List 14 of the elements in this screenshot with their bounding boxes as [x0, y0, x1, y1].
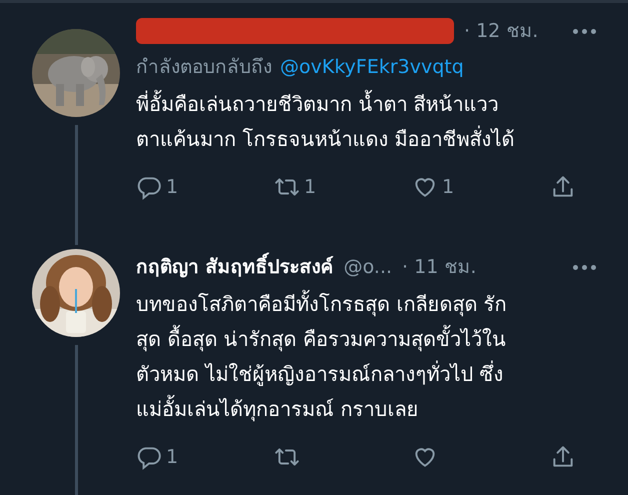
tweet-text: พี่อั้มคือเล่นถวายชีวิตมาก น้ำตา สีหน้าแวว ตาแค้นมาก โกรธจนหน้าแดง มืออาชีพสั่งได้ — [136, 87, 596, 157]
action-count: 1 — [166, 174, 178, 200]
tweet-text: บทของโสภิตาคือมีทั้งโกรธสุด เกลียดสุด รัก สุด ดื้อสุด น่ารักสุด คือรวมความสุดขั้วไว้ใน ตัวหมด ไม่ใช่ผู้หญิงอารมณ์กลางๆทั่วไป ซึ่ง แม่อั้มเล่นได้ทุกอารมณ์ กราบเลย — [136, 287, 596, 427]
action-count: 1 — [166, 444, 178, 470]
user-handle: @o... — [344, 254, 392, 280]
more-icon[interactable] — [573, 28, 596, 34]
action-count: 1 — [304, 174, 316, 200]
mention-link[interactable]: @ovKkyFEkr3vvqtq — [280, 52, 464, 82]
display-name: กฤติญา สัมฤทธิ์ประสงค์ — [136, 252, 334, 282]
timestamp: · 11 ชม. — [402, 254, 476, 280]
timestamp: · 12 ชม. — [464, 18, 538, 44]
action-count: 1 — [442, 174, 454, 200]
more-icon[interactable] — [573, 264, 596, 270]
reply-label: กำลังตอบกลับถึง — [136, 54, 272, 80]
